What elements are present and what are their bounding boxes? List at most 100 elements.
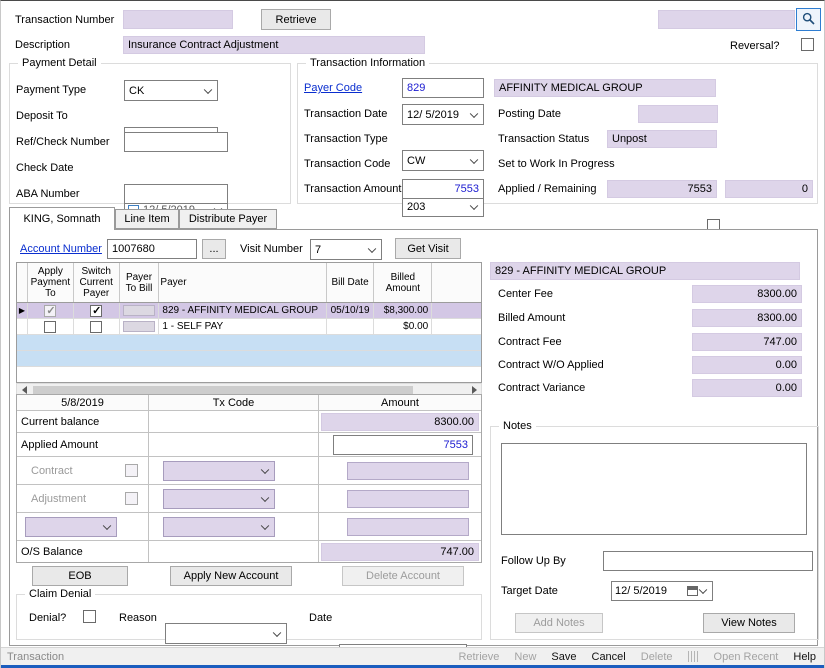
applied-field: 7553 [607, 180, 717, 198]
grid-col-payer: Payer [159, 263, 326, 302]
adjustment-txcode-combo[interactable] [163, 489, 275, 509]
chevron-down-icon [204, 85, 212, 93]
get-visit-button[interactable]: Get Visit [395, 238, 461, 259]
reversal-checkbox[interactable] [801, 38, 814, 51]
status-delete: Delete [641, 651, 673, 663]
center-fee-label: Center Fee [498, 288, 553, 300]
visit-number-label: Visit Number [240, 243, 303, 255]
notes-group: Notes Follow Up By Target Date 12/ 5/201… [490, 426, 819, 640]
denial-label: Denial? [29, 612, 66, 624]
table-row[interactable]: ▶ 829 - AFFINITY MEDICAL GROUP 05/10/19 … [17, 303, 481, 319]
follow-up-by-input[interactable] [603, 551, 813, 571]
description-label: Description [15, 39, 70, 51]
os-balance-field: 747.00 [321, 543, 479, 561]
claim-denial-title: Claim Denial [25, 588, 95, 600]
apply-payment-checkbox[interactable] [28, 319, 74, 334]
eob-button[interactable]: EOB [32, 566, 128, 586]
payer-code-link[interactable]: Payer Code [304, 82, 362, 94]
current-balance-label: Current balance [17, 411, 149, 432]
ref-check-number-input[interactable] [124, 132, 228, 152]
table-row[interactable]: 1 - SELF PAY $0.00 [17, 319, 481, 335]
payer-grid: Apply Payment To Switch Current Payer Pa… [16, 262, 482, 383]
chevron-down-icon [261, 521, 269, 529]
adjustment-amount-field [347, 490, 469, 508]
transaction-date-combo[interactable]: 12/ 5/2019 [402, 104, 484, 125]
retrieve-button[interactable]: Retrieve [261, 9, 331, 30]
transaction-date-label: Transaction Date [304, 108, 387, 120]
row-marker-icon: ▶ [17, 303, 28, 318]
tab-king-somnath[interactable]: KING, Somnath [9, 207, 115, 230]
payment-type-label: Payment Type [16, 84, 86, 96]
payer-grid-header: Apply Payment To Switch Current Payer Pa… [17, 263, 481, 303]
grid-col-bill-date: Bill Date [327, 263, 375, 302]
visit-number-combo[interactable]: 7 [310, 239, 382, 260]
apply-payment-checkbox [28, 303, 74, 318]
switch-payer-checkbox[interactable] [74, 319, 120, 334]
status-help[interactable]: Help [793, 651, 816, 663]
status-save[interactable]: Save [551, 651, 576, 663]
grid-col-extra [432, 263, 481, 302]
notes-textarea[interactable] [501, 443, 807, 535]
target-date-label: Target Date [501, 585, 558, 597]
transaction-amount-input[interactable]: 7553 [402, 179, 484, 199]
transaction-info-title: Transaction Information [306, 57, 429, 69]
payment-detail-title: Payment Detail [18, 57, 101, 69]
grid-col-apply: Apply Payment To [28, 263, 74, 302]
transaction-code-combo[interactable]: 203 [402, 196, 484, 217]
transaction-info-group: Transaction Information Payer Code 829 A… [297, 63, 818, 204]
billed-amount-cell: $0.00 [374, 319, 432, 334]
account-number-input[interactable]: 1007680 [107, 239, 197, 259]
chevron-down-icon [470, 109, 478, 117]
switch-payer-checkbox[interactable] [74, 303, 120, 318]
extra-txcode-combo[interactable] [163, 517, 275, 537]
quick-search-input[interactable] [658, 10, 795, 29]
contract-txcode-combo[interactable] [163, 461, 275, 481]
status-retrieve: Retrieve [458, 651, 499, 663]
payer-code-input[interactable]: 829 [402, 78, 484, 98]
transaction-type-combo[interactable]: CW [402, 150, 484, 171]
denial-reason-combo[interactable] [165, 623, 287, 644]
aba-number-input[interactable] [124, 184, 228, 204]
denial-checkbox[interactable] [83, 610, 96, 623]
status-open-recent: Open Recent [714, 651, 779, 663]
contract-variance-label: Contract Variance [498, 382, 585, 394]
account-lookup-button[interactable]: ... [202, 239, 226, 259]
payer-cell: 1 - SELF PAY [159, 319, 326, 334]
apply-new-account-button[interactable]: Apply New Account [170, 566, 292, 586]
transaction-amount-label: Transaction Amount [304, 183, 401, 195]
chevron-down-icon [699, 586, 707, 594]
contract-amount-field [347, 462, 469, 480]
grid-col-billed-amount: Billed Amount [374, 263, 432, 302]
bill-date-cell [327, 319, 375, 334]
date-column-header: 5/8/2019 [17, 395, 149, 410]
payer-cell: 829 - AFFINITY MEDICAL GROUP [159, 303, 326, 318]
account-number-link[interactable]: Account Number [20, 243, 102, 255]
tab-line-item[interactable]: Line Item [115, 209, 179, 229]
extra-amount-field [347, 518, 469, 536]
chevron-down-icon [470, 201, 478, 209]
payment-detail-group: Payment Detail Payment Type CK Deposit T… [9, 63, 291, 204]
adjustment-label: Adjustment [31, 493, 86, 505]
status-cancel[interactable]: Cancel [592, 651, 626, 663]
amount-column-header: Amount [319, 395, 481, 410]
payer-name-field: AFFINITY MEDICAL GROUP [494, 79, 716, 97]
contract-variance-field: 0.00 [692, 379, 802, 397]
extra-type-combo[interactable] [25, 517, 117, 537]
view-notes-button[interactable]: View Notes [703, 613, 795, 633]
tab-distribute-payer[interactable]: Distribute Payer [179, 209, 277, 229]
payment-type-combo[interactable]: CK [124, 80, 218, 101]
target-date-picker[interactable]: 12/ 5/2019 [611, 581, 713, 601]
remaining-field: 0 [725, 180, 813, 198]
transaction-status-label: Transaction Status [498, 133, 589, 145]
transaction-type-label: Transaction Type [304, 133, 388, 145]
search-button[interactable] [796, 8, 821, 31]
adjustment-row-label-cell: Adjustment [17, 485, 149, 512]
calendar-icon [687, 586, 698, 596]
chevron-down-icon [273, 628, 281, 636]
contract-row-label-cell: Contract [17, 457, 149, 484]
transaction-number-input[interactable] [123, 10, 233, 29]
follow-up-by-label: Follow Up By [501, 555, 566, 567]
applied-amount-input[interactable]: 7553 [333, 435, 473, 455]
status-bar: Transaction Retrieve New Save Cancel Del… [1, 647, 824, 665]
contract-wo-applied-field: 0.00 [692, 356, 802, 374]
